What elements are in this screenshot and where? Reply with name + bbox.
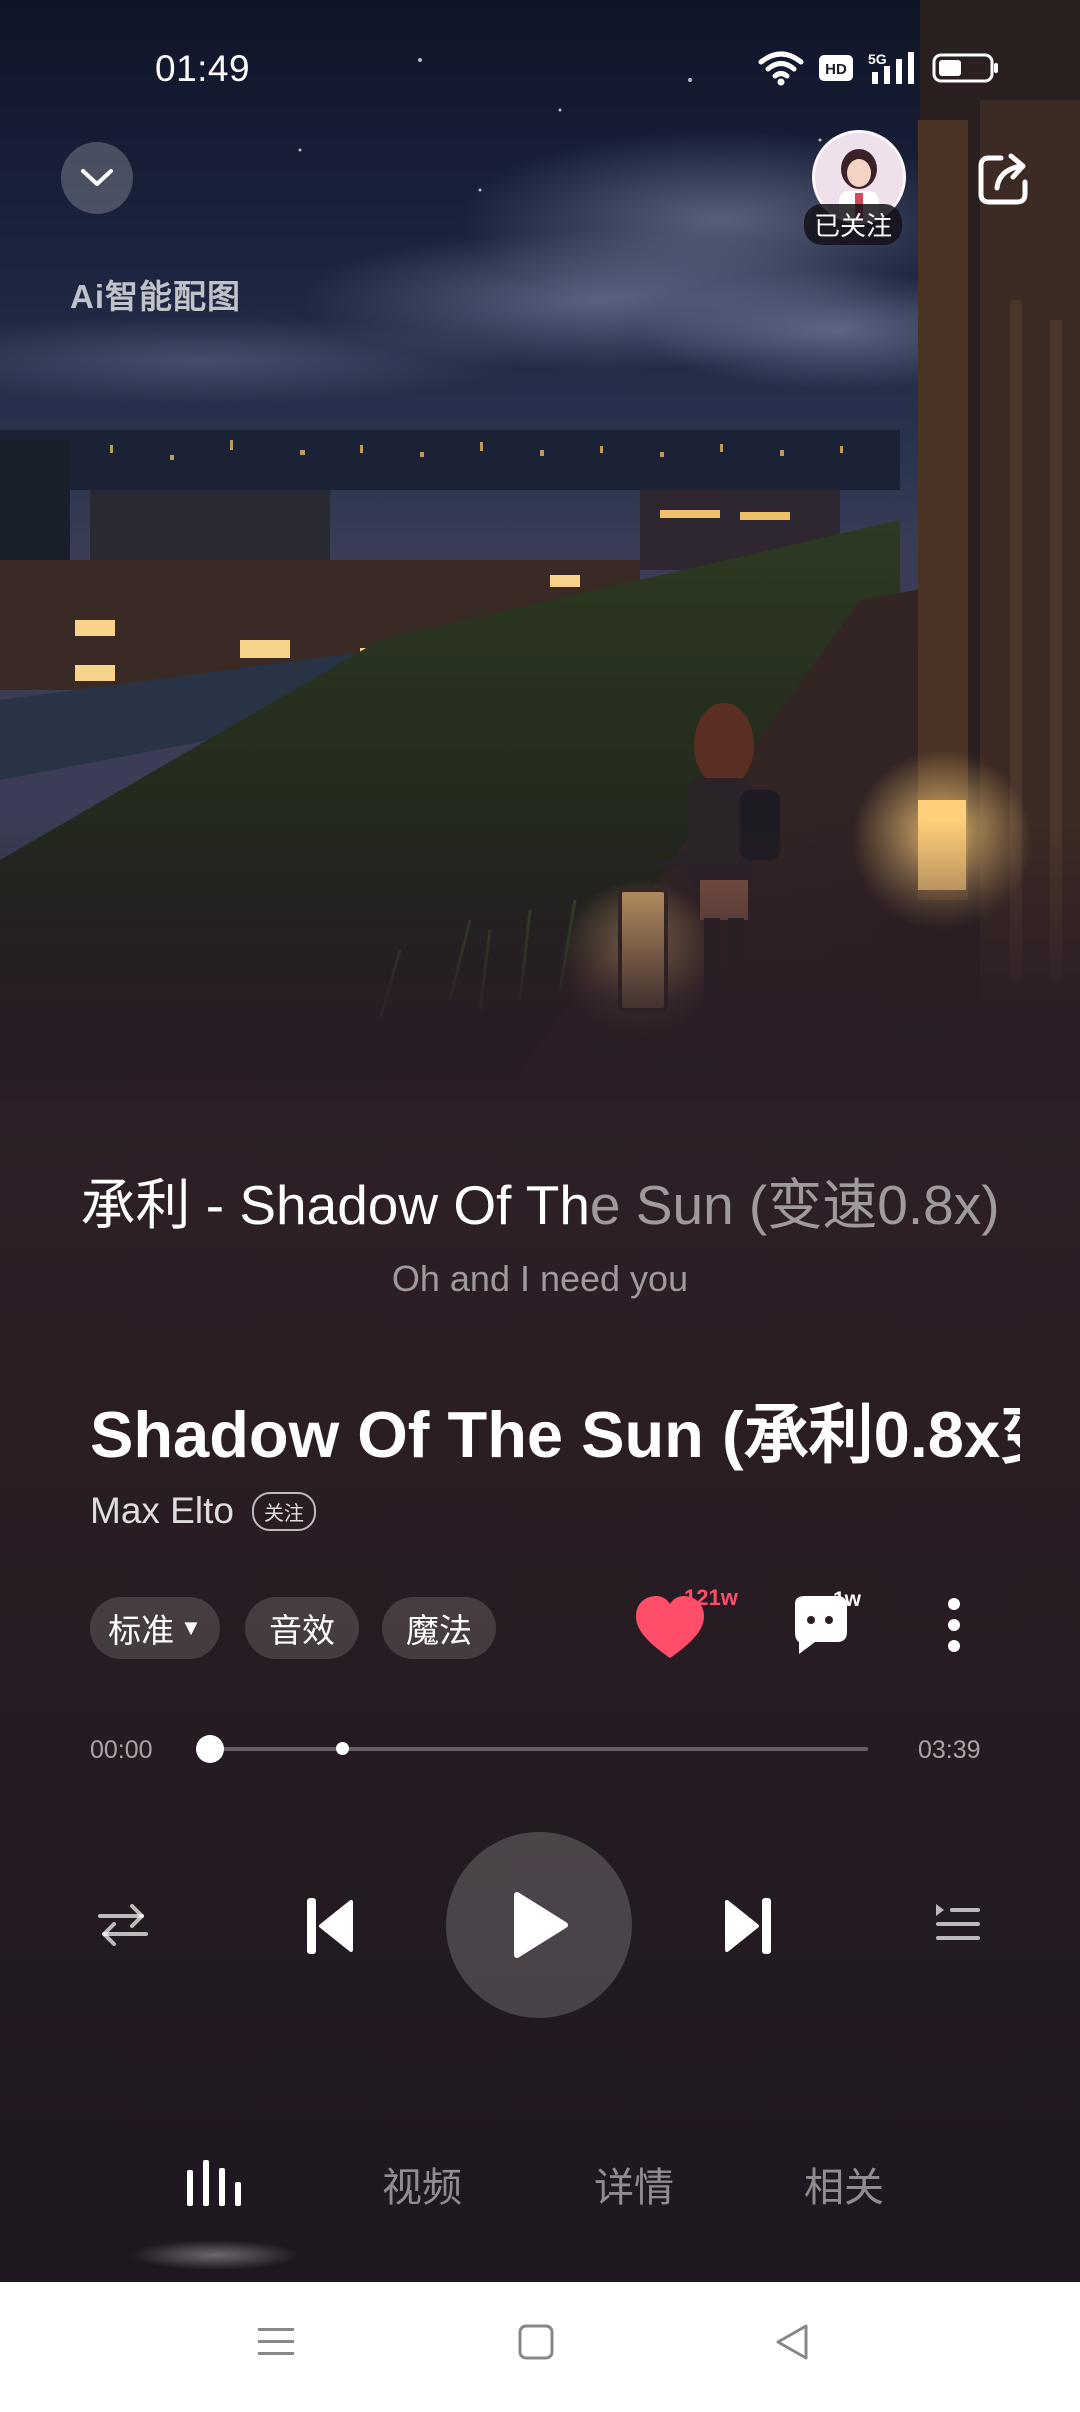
collapse-button[interactable] (61, 142, 133, 214)
lyrics-bars-icon (187, 2160, 241, 2206)
sound-effect-button[interactable]: 音效 (245, 1597, 359, 1659)
nav-back-button[interactable] (772, 2322, 812, 2367)
status-time: 01:49 (155, 48, 251, 89)
home-square-icon (518, 2324, 554, 2360)
creator-avatar-button[interactable]: 已关注 (804, 128, 906, 245)
total-time: 03:39 (918, 1736, 981, 1764)
caret-down-icon: ▼ (180, 1615, 202, 1640)
svg-text:5G: 5G (868, 51, 887, 67)
magic-button[interactable]: 魔法 (382, 1597, 496, 1659)
battery-icon (932, 53, 998, 83)
svg-text:HD: HD (825, 61, 847, 78)
comment-count: 1w (833, 1588, 862, 1611)
wifi-icon (758, 51, 804, 86)
artist-row: Max Elto 关注 (90, 1486, 316, 1536)
status-bar: 01:49 HD 5G (0, 0, 1080, 140)
tab-related[interactable]: 相关 (804, 2155, 884, 2213)
lyric-current-line[interactable]: 承利 - Shadow Of The Sun (变速0.8x) (0, 1160, 1080, 1240)
more-button[interactable] (942, 1592, 966, 1662)
lyric-next-line[interactable]: Oh and I need you (0, 1258, 1080, 1300)
previous-icon (307, 1898, 353, 1954)
chevron-down-icon (81, 169, 113, 186)
lyric-unsung-part: e Sun (变速0.8x) (589, 1174, 1000, 1236)
next-button[interactable] (723, 1896, 773, 1961)
back-triangle-icon (776, 2324, 808, 2360)
progress-slider[interactable] (196, 1735, 868, 1763)
playlist-icon (936, 1904, 980, 1940)
5g-signal-icon: 5G (868, 51, 914, 84)
song-title: Shadow Of The Sun (承利0.8x变 (90, 1398, 1020, 1471)
artist-name[interactable]: Max Elto (90, 1490, 234, 1532)
album-artwork (0, 0, 1080, 1100)
hd-icon: HD (819, 55, 853, 81)
previous-button[interactable] (305, 1896, 355, 1961)
followed-tag: 已关注 (804, 204, 903, 245)
like-count: 121w (684, 1585, 738, 1610)
repeat-icon (98, 1904, 148, 1946)
nav-menu-button[interactable] (256, 2322, 296, 2367)
lyric-sung-part: 承利 - Shadow Of Th (80, 1174, 590, 1236)
tab-video[interactable]: 视频 (382, 2155, 462, 2213)
progress-thumb[interactable] (196, 1735, 224, 1763)
share-icon (978, 153, 1028, 205)
magic-label: 魔法 (406, 1612, 472, 1649)
menu-icon (258, 2328, 294, 2355)
next-icon (725, 1898, 771, 1954)
artist-follow-button[interactable]: 关注 (251, 1491, 316, 1531)
ai-artwork-badge: Ai智能配图 (70, 278, 241, 315)
play-icon (514, 1892, 568, 1958)
more-vertical-icon (948, 1598, 960, 1652)
tab-lyrics[interactable] (185, 2158, 243, 2216)
status-icons: HD 5G (758, 46, 1000, 90)
nav-home-button[interactable] (516, 2322, 556, 2367)
artwork-fade (0, 820, 1080, 1100)
quality-label: 标准 (108, 1612, 175, 1649)
quality-select[interactable]: 标准 ▼ (90, 1597, 220, 1659)
player-screen: 01:49 HD 5G Ai智能配图 已关注 承利 - Shadow Of Th… (0, 0, 1080, 2412)
system-nav-bar (0, 2282, 1080, 2412)
elapsed-time: 00:00 (90, 1736, 153, 1764)
play-button[interactable] (446, 1832, 632, 2018)
buffer-marker (335, 1742, 349, 1755)
sound-effect-label: 音效 (269, 1612, 335, 1649)
share-button[interactable] (975, 150, 1033, 208)
tab-detail[interactable]: 详情 (594, 2155, 674, 2213)
play-mode-button[interactable] (96, 1900, 150, 1955)
tab-indicator (130, 2240, 300, 2270)
playlist-button[interactable] (932, 1900, 982, 1955)
